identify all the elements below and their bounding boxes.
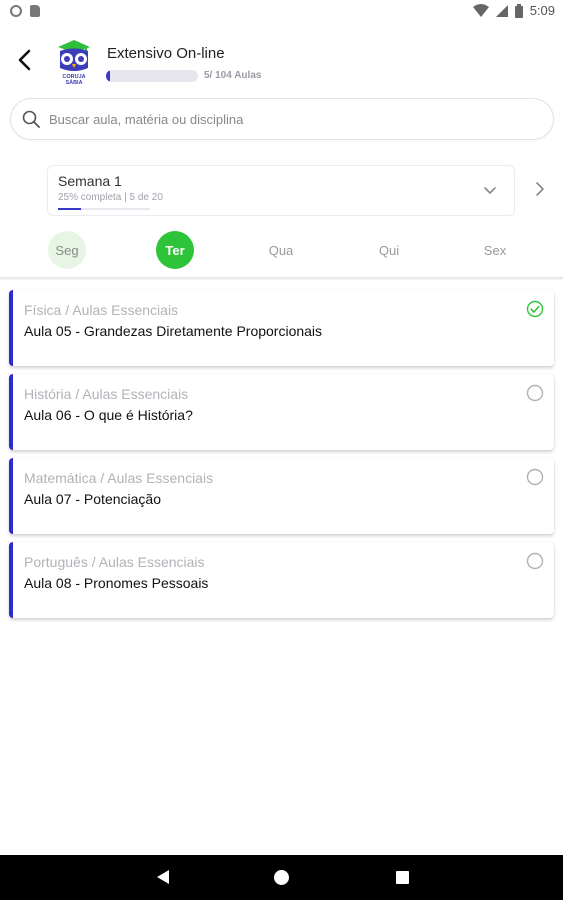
nav-home-icon[interactable] — [274, 870, 289, 885]
svg-text:SÁBIA: SÁBIA — [65, 79, 82, 86]
next-week-chevron-icon[interactable] — [532, 181, 548, 197]
lesson-card[interactable]: Matemática / Aulas Essenciais Aula 07 - … — [9, 458, 554, 534]
wifi-icon — [472, 3, 489, 17]
lesson-card[interactable]: Português / Aulas Essenciais Aula 08 - P… — [9, 542, 554, 618]
day-tab-ter[interactable]: Ter — [156, 231, 194, 269]
lesson-status-circle-icon[interactable] — [526, 468, 544, 486]
lesson-category: Matemática / Aulas Essenciais — [24, 470, 214, 486]
search-bar[interactable] — [10, 98, 554, 140]
day-tabs: Seg Ter Qua Qui Sex — [0, 231, 563, 269]
day-tab-qui[interactable]: Qui — [370, 231, 408, 269]
coruja-sabia-logo: CORUJA SÁBIA — [58, 40, 90, 86]
system-nav-bar — [0, 855, 563, 900]
battery-icon — [514, 3, 523, 18]
section-divider — [0, 277, 563, 280]
status-bar: 5:09 — [0, 0, 563, 24]
lesson-category: História / Aulas Essenciais — [24, 386, 189, 402]
search-icon — [22, 110, 40, 128]
week-progress-bar — [58, 208, 150, 210]
chevron-down-icon[interactable] — [482, 183, 498, 199]
day-tab-seg[interactable]: Seg — [48, 231, 86, 269]
lesson-status-circle-icon[interactable] — [526, 384, 544, 402]
cell-signal-icon — [495, 4, 508, 17]
sd-card-icon — [30, 5, 40, 17]
clock-time: 5:09 — [529, 3, 555, 18]
week-selector[interactable]: Semana 1 25% completa | 5 de 20 — [47, 165, 515, 216]
week-progress-fill — [58, 208, 81, 210]
notification-circle-icon — [10, 5, 22, 17]
back-arrow-icon[interactable] — [12, 46, 40, 74]
lesson-title: Aula 06 - O que é História? — [24, 407, 193, 423]
lesson-status-circle-icon[interactable] — [526, 552, 544, 570]
day-tab-sex[interactable]: Sex — [476, 231, 514, 269]
nav-recents-icon[interactable] — [396, 871, 409, 884]
day-tab-qua[interactable]: Qua — [262, 231, 300, 269]
week-title: Semana 1 — [58, 173, 122, 189]
course-progress-fill — [106, 70, 111, 82]
lesson-category: Física / Aulas Essenciais — [24, 302, 179, 318]
lesson-category: Português / Aulas Essenciais — [24, 554, 205, 570]
lesson-completed-check-icon[interactable] — [526, 300, 544, 318]
lesson-title: Aula 07 - Potenciação — [24, 491, 161, 507]
course-progress-label: 5/ 104 Aulas — [204, 70, 262, 81]
course-title: Extensivo On-line — [107, 45, 225, 62]
course-progress-bar — [106, 70, 198, 82]
nav-back-icon[interactable] — [156, 869, 170, 885]
search-input[interactable] — [49, 107, 529, 131]
lesson-card[interactable]: Física / Aulas Essenciais Aula 05 - Gran… — [9, 290, 554, 366]
lesson-title: Aula 05 - Grandezas Diretamente Proporci… — [24, 323, 323, 339]
lesson-card[interactable]: História / Aulas Essenciais Aula 06 - O … — [9, 374, 554, 450]
lesson-title: Aula 08 - Pronomes Pessoais — [24, 575, 209, 591]
week-progress-text: 25% completa | 5 de 20 — [58, 192, 163, 203]
